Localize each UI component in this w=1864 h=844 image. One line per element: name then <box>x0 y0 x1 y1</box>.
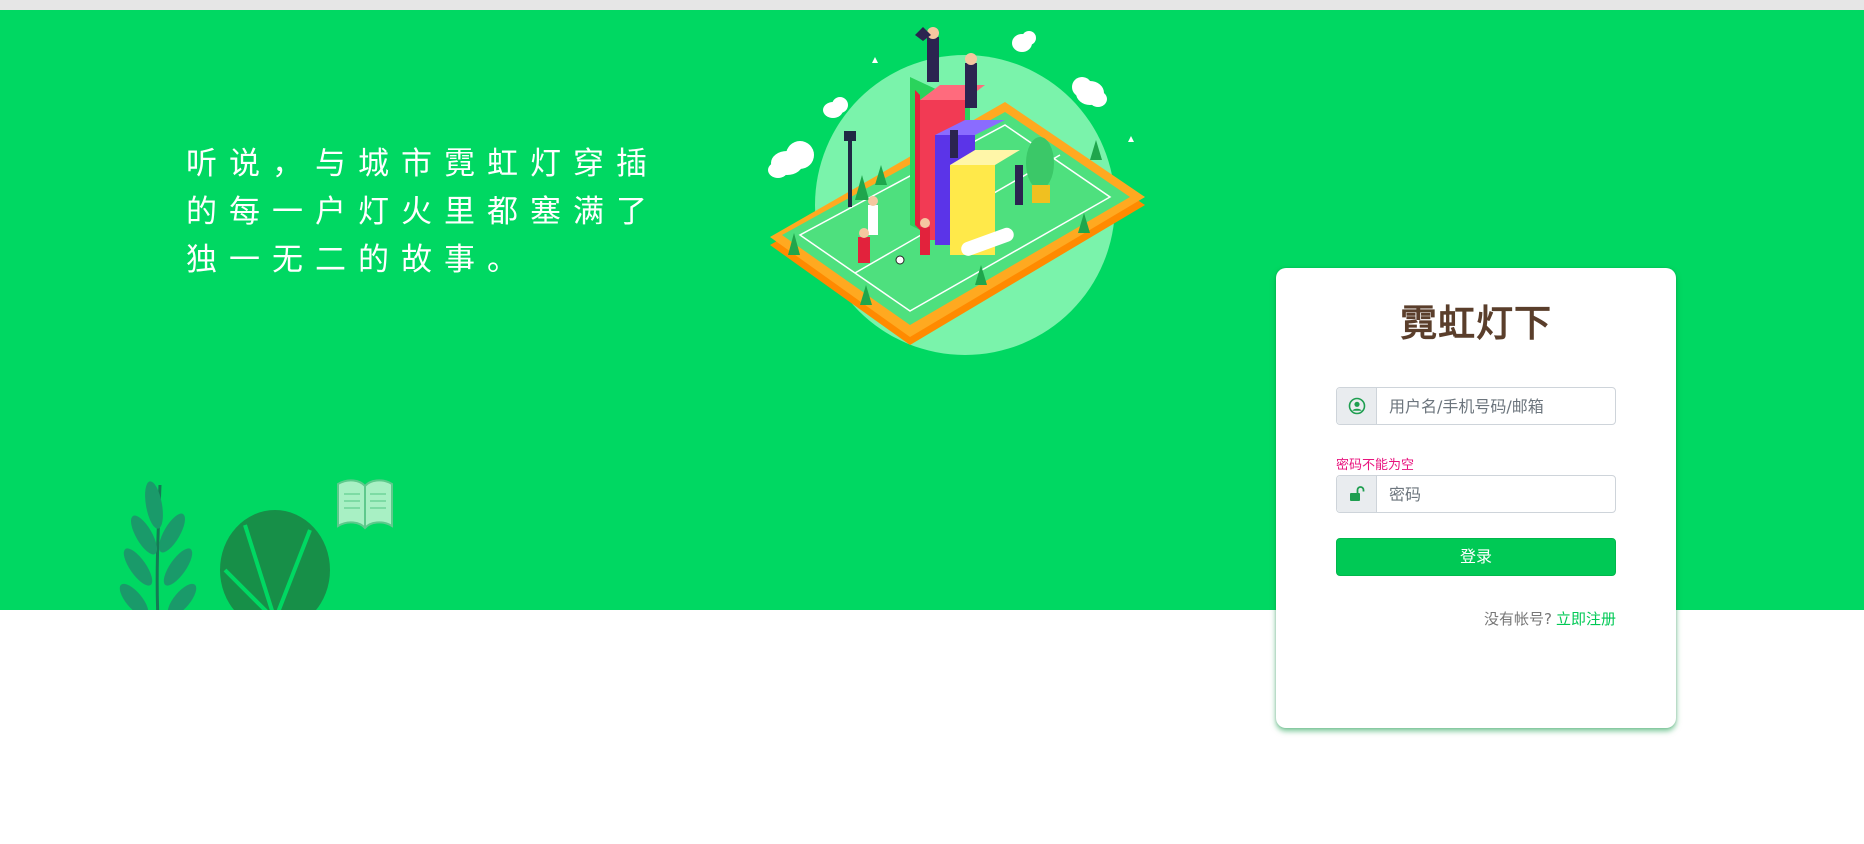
campus-books-illustration <box>768 27 1145 355</box>
open-book-icon <box>337 479 393 530</box>
username-field[interactable] <box>1336 387 1616 425</box>
user-circle-icon <box>1337 388 1377 424</box>
no-account-text: 没有帐号? <box>1484 610 1552 628</box>
slogan-line-1: 听说，与城市霓虹灯穿插 <box>186 146 659 182</box>
login-button[interactable]: 登录 <box>1336 538 1616 576</box>
slogan-line-2: 的每一户灯火里都塞满了 <box>186 194 659 230</box>
unlock-icon <box>1337 476 1377 512</box>
top-border <box>0 0 1864 10</box>
username-input[interactable] <box>1377 388 1615 424</box>
hero-slogan: 听说，与城市霓虹灯穿插 的每一户灯火里都塞满了 独一无二的故事。 <box>186 140 656 284</box>
login-card: 霓虹灯下 密码不能为空 登录 没有帐号?立即注册 <box>1276 268 1676 728</box>
password-input[interactable] <box>1377 476 1615 512</box>
password-error-message: 密码不能为空 <box>1336 458 1415 473</box>
password-field[interactable] <box>1336 475 1616 513</box>
brand-title: 霓虹灯下 <box>1400 301 1552 345</box>
register-prompt: 没有帐号? 立即注册 <box>1484 608 1616 629</box>
register-link[interactable]: 立即注册 <box>1556 610 1616 628</box>
slogan-line-3: 独一无二的故事。 <box>186 242 530 278</box>
